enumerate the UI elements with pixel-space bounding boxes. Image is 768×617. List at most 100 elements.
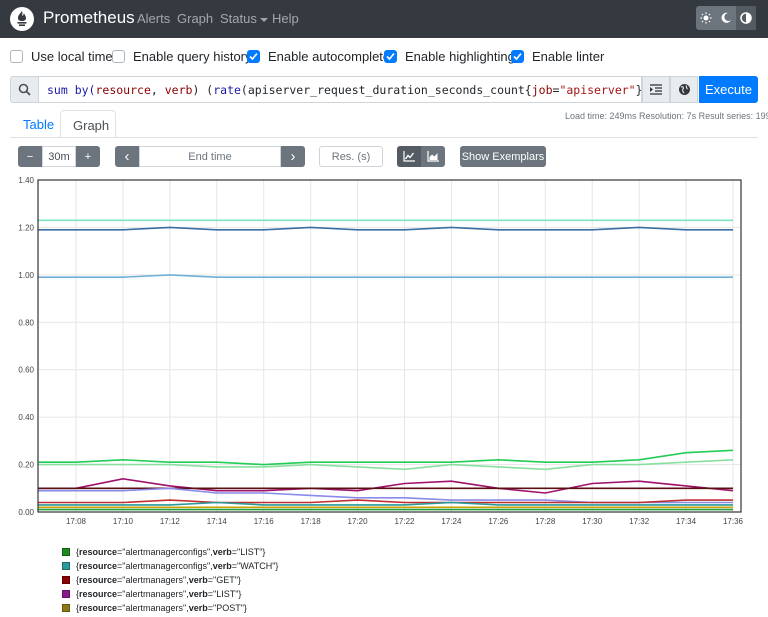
legend-item[interactable]: {resource =" alertmanagerconfigs ", verb =" L… <box>62 545 278 559</box>
legend-label-text: LIST <box>240 547 260 557</box>
check-icon <box>249 52 258 61</box>
x-tick-label: 17:20 <box>348 517 369 526</box>
legend-label-text: "} <box>272 561 279 571</box>
local-time-checkbox[interactable] <box>10 50 23 63</box>
browser-theme-button[interactable] <box>736 6 756 30</box>
graph-chart[interactable]: 0.00 0.20 0.40 0.60 0.80 1.00 1.20 1.40 17:08 17:… <box>10 174 760 534</box>
end-time-input[interactable]: End time <box>139 146 281 167</box>
query-token: , <box>150 83 165 97</box>
legend-label-text: LIST <box>216 589 236 599</box>
query-history-checkbox[interactable] <box>112 50 125 63</box>
adjust-icon <box>740 12 752 24</box>
y-tick-label: 0.40 <box>18 413 34 422</box>
legend-item[interactable]: {resource =" alertmanagers ", verb =" LIST "} <box>62 587 278 601</box>
next-time-button[interactable]: › <box>281 146 305 167</box>
tab-table[interactable]: Table <box>11 110 66 138</box>
execute-button[interactable]: Execute <box>699 76 758 103</box>
legend-label-text: POST <box>216 603 241 613</box>
check-icon <box>386 52 395 61</box>
resolution-input[interactable]: Res. (s) <box>319 146 383 167</box>
legend-item[interactable]: {resource =" alertmanagers ", verb =" POST "} <box>62 601 278 615</box>
legend-swatch <box>62 562 70 570</box>
nav-alerts[interactable]: Alerts <box>137 11 170 26</box>
expression-input[interactable]: sum by(resource, verb) (rate(apiserver_r… <box>39 76 642 103</box>
legend-item[interactable]: {resource =" alertmanagerconfigs ", verb =" W… <box>62 559 278 573</box>
legend-label-text: =" <box>207 603 217 613</box>
tab-divider <box>10 137 758 138</box>
prometheus-logo-icon[interactable] <box>10 7 34 31</box>
brand-title[interactable]: Prometheus <box>43 8 135 28</box>
legend-label-text: alertmanagers <box>125 603 184 613</box>
query-token: sum <box>47 83 68 97</box>
legend-label-text: =" <box>117 575 126 585</box>
show-exemplars-button[interactable]: Show Exemplars <box>460 146 546 167</box>
option-label: Enable autocomplete <box>268 49 391 64</box>
x-tick-label: 17:08 <box>66 517 87 526</box>
legend-swatch <box>62 590 70 598</box>
legend-item[interactable]: {resource =" alertmanagers ", verb =" GET "} <box>62 573 278 587</box>
query-token: rate <box>213 83 241 97</box>
stacked-chart-button[interactable] <box>421 146 445 167</box>
x-tick-label: 17:36 <box>723 517 744 526</box>
nav-graph[interactable]: Graph <box>177 11 213 26</box>
x-tick-label: 17:30 <box>582 517 603 526</box>
option-label: Enable highlighting <box>405 49 515 64</box>
range-input[interactable]: 30m <box>42 146 76 167</box>
legend-label-text: alertmanagers <box>125 575 184 585</box>
search-icon <box>18 83 31 96</box>
linter-checkbox[interactable] <box>511 50 524 63</box>
indent-icon <box>650 84 662 95</box>
format-expression-button[interactable] <box>642 76 670 103</box>
option-highlighting[interactable]: Enable highlighting <box>384 49 515 64</box>
query-token: by( <box>67 83 96 97</box>
legend-label-text: "} <box>259 547 266 557</box>
legend-label-text: =" <box>117 561 126 571</box>
y-tick-label: 1.00 <box>18 271 34 280</box>
legend-label-text: =" <box>231 561 241 571</box>
x-tick-label: 17:22 <box>394 517 415 526</box>
y-tick-label: 1.40 <box>18 176 34 185</box>
option-label: Enable query history <box>133 49 252 64</box>
dark-theme-button[interactable] <box>716 6 736 30</box>
x-tick-label: 17:18 <box>301 517 322 526</box>
option-autocomplete[interactable]: Enable autocomplete <box>247 49 390 64</box>
legend-label-text: alertmanagerconfigs <box>125 547 208 557</box>
legend-label-text: "} <box>234 575 241 585</box>
autocomplete-checkbox[interactable] <box>247 50 260 63</box>
legend-label-text: WATCH <box>240 561 273 571</box>
option-label: Enable linter <box>532 49 605 64</box>
decrease-range-button[interactable]: − <box>18 146 42 167</box>
increase-range-button[interactable]: + <box>76 146 100 167</box>
option-query-history[interactable]: Enable query history <box>112 49 252 64</box>
legend-label-text: =" <box>117 589 126 599</box>
legend-swatch <box>62 604 70 612</box>
line-chart-button[interactable] <box>397 146 421 167</box>
nav-help[interactable]: Help <box>272 11 299 26</box>
metrics-explorer-button[interactable] <box>670 76 698 103</box>
y-tick-label: 0.60 <box>18 366 34 375</box>
legend-label-key: resource <box>79 561 118 571</box>
line-chart-icon <box>403 151 415 162</box>
legend-label-text: "} <box>240 603 247 613</box>
graph-legend: {resource =" alertmanagerconfigs ", verb =" L… <box>62 545 278 615</box>
tab-graph[interactable]: Graph <box>60 110 116 138</box>
option-linter[interactable]: Enable linter <box>511 49 604 64</box>
legend-label-key: resource <box>79 603 118 613</box>
nav-status[interactable]: Status <box>220 11 268 26</box>
y-tick-label: 0.20 <box>18 461 34 470</box>
previous-time-button[interactable]: ‹ <box>115 146 139 167</box>
legend-label-text: GET <box>216 575 235 585</box>
legend-label-text: alertmanagerconfigs <box>125 561 208 571</box>
search-addon <box>10 76 39 103</box>
option-use-local-time[interactable]: Use local time <box>10 49 113 64</box>
light-theme-button[interactable] <box>696 6 716 30</box>
x-tick-label: 17:16 <box>254 517 275 526</box>
x-tick-label: 17:28 <box>535 517 556 526</box>
navbar: Prometheus Alerts Graph Status Help <box>0 0 768 38</box>
legend-label-key: verb <box>212 561 232 571</box>
query-token: job <box>531 83 553 97</box>
globe-icon <box>678 84 690 95</box>
legend-swatch <box>62 548 70 556</box>
moon-icon <box>721 12 731 23</box>
highlighting-checkbox[interactable] <box>384 50 397 63</box>
